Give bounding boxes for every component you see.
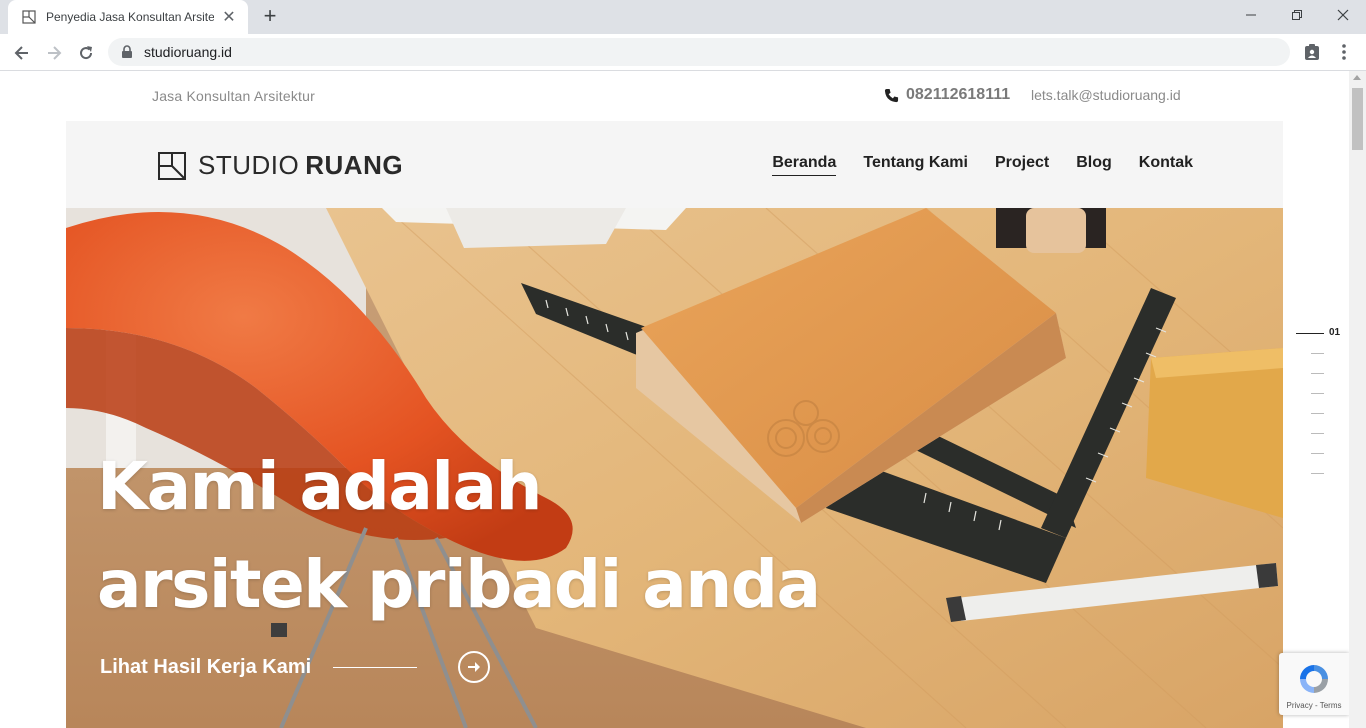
tab-title: Penyedia Jasa Konsultan Arsitektur [46, 10, 214, 24]
forward-arrow-icon[interactable] [40, 39, 68, 67]
hero-headline: Kami adalah arsitek pribadi anda [97, 438, 821, 634]
minimize-icon[interactable] [1228, 0, 1274, 30]
site-favicon-icon [22, 10, 36, 24]
browser-toolbar: studioruang.id [0, 34, 1366, 71]
slide-dot[interactable] [1311, 473, 1324, 474]
page-scrollbar[interactable] [1349, 71, 1366, 728]
site-tagline: Jasa Konsultan Arsitektur [152, 88, 315, 104]
email-link[interactable]: lets.talk@studioruang.id [1031, 87, 1181, 103]
site-header: STUDIO RUANG Beranda Tentang Kami Projec… [66, 121, 1283, 208]
nav-item-project[interactable]: Project [995, 154, 1049, 176]
hero-cta[interactable]: Lihat Hasil Kerja Kami [100, 651, 491, 683]
recaptcha-logo-icon [1300, 665, 1328, 693]
browser-tabbar: Penyedia Jasa Konsultan Arsitektur ✕ + [0, 0, 1366, 34]
site-logo[interactable]: STUDIO RUANG [158, 150, 403, 181]
hero-headline-line-2: arsitek pribadi anda [97, 546, 821, 623]
restore-icon[interactable] [1274, 0, 1320, 30]
url-text: studioruang.id [144, 44, 232, 60]
nav-item-beranda[interactable]: Beranda [772, 154, 837, 176]
close-tab-icon[interactable]: ✕ [220, 7, 238, 27]
hero-headline-line-1: Kami adalah [97, 448, 543, 525]
recaptcha-badge[interactable]: Privacy - Terms [1279, 653, 1349, 715]
slide-dot[interactable] [1311, 433, 1324, 434]
top-info-bar: Jasa Konsultan Arsitektur 082112618111 l… [0, 71, 1349, 121]
slide-dot[interactable] [1311, 373, 1324, 374]
logo-mark-icon [158, 151, 186, 180]
logo-text-bold: RUANG [305, 150, 404, 180]
slide-dot[interactable] [1311, 413, 1324, 414]
recaptcha-links[interactable]: Privacy - Terms [1279, 701, 1349, 710]
slide-active-line[interactable] [1296, 333, 1324, 334]
page-viewport: Jasa Konsultan Arsitektur 082112618111 l… [0, 71, 1349, 728]
phone-icon [884, 87, 900, 103]
lock-icon [120, 45, 134, 59]
slide-dot[interactable] [1311, 453, 1324, 454]
nav-item-blog[interactable]: Blog [1076, 154, 1112, 176]
address-bar[interactable]: studioruang.id [108, 38, 1290, 66]
phone-contact[interactable]: 082112618111 [884, 86, 1010, 104]
arrow-right-icon [468, 662, 481, 672]
close-window-icon[interactable] [1320, 0, 1366, 30]
back-arrow-icon[interactable] [8, 39, 36, 67]
logo-text-light: STUDIO [198, 150, 300, 180]
new-tab-button[interactable]: + [258, 5, 282, 29]
slide-current-number: 01 [1329, 327, 1341, 338]
nav-item-kontak[interactable]: Kontak [1139, 154, 1193, 176]
slide-pagination: 01 [1296, 327, 1346, 477]
clipboard-profile-icon[interactable] [1300, 40, 1324, 64]
nav-item-tentang-kami[interactable]: Tentang Kami [863, 154, 968, 176]
slide-dot[interactable] [1311, 393, 1324, 394]
cta-label[interactable]: Lihat Hasil Kerja Kami [100, 656, 311, 679]
more-menu-icon[interactable] [1332, 40, 1356, 64]
scrollbar-thumb[interactable] [1352, 88, 1363, 150]
reload-icon[interactable] [72, 39, 100, 67]
main-navigation: Beranda Tentang Kami Project Blog Kontak [745, 154, 1193, 176]
phone-number: 082112618111 [906, 86, 1011, 103]
slide-dot[interactable] [1311, 353, 1324, 354]
hero-slider: Kami adalah arsitek pribadi anda Lihat H… [66, 208, 1283, 728]
browser-tab[interactable]: Penyedia Jasa Konsultan Arsitektur ✕ [8, 0, 248, 34]
cta-arrow-button[interactable] [458, 651, 491, 683]
cta-divider-line [333, 666, 418, 668]
scroll-up-icon[interactable] [1353, 75, 1361, 80]
